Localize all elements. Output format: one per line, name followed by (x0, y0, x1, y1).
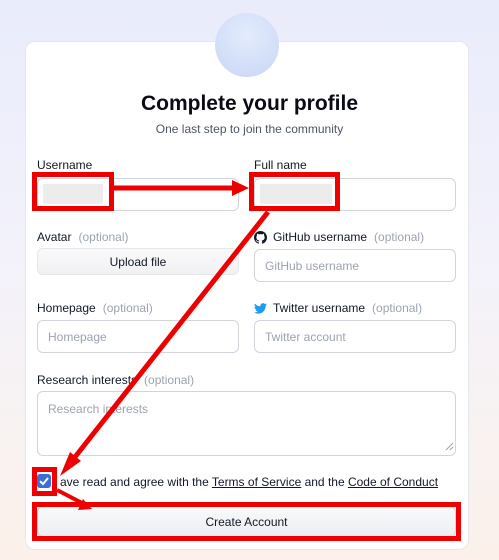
annotation-arrows (56, 180, 270, 510)
